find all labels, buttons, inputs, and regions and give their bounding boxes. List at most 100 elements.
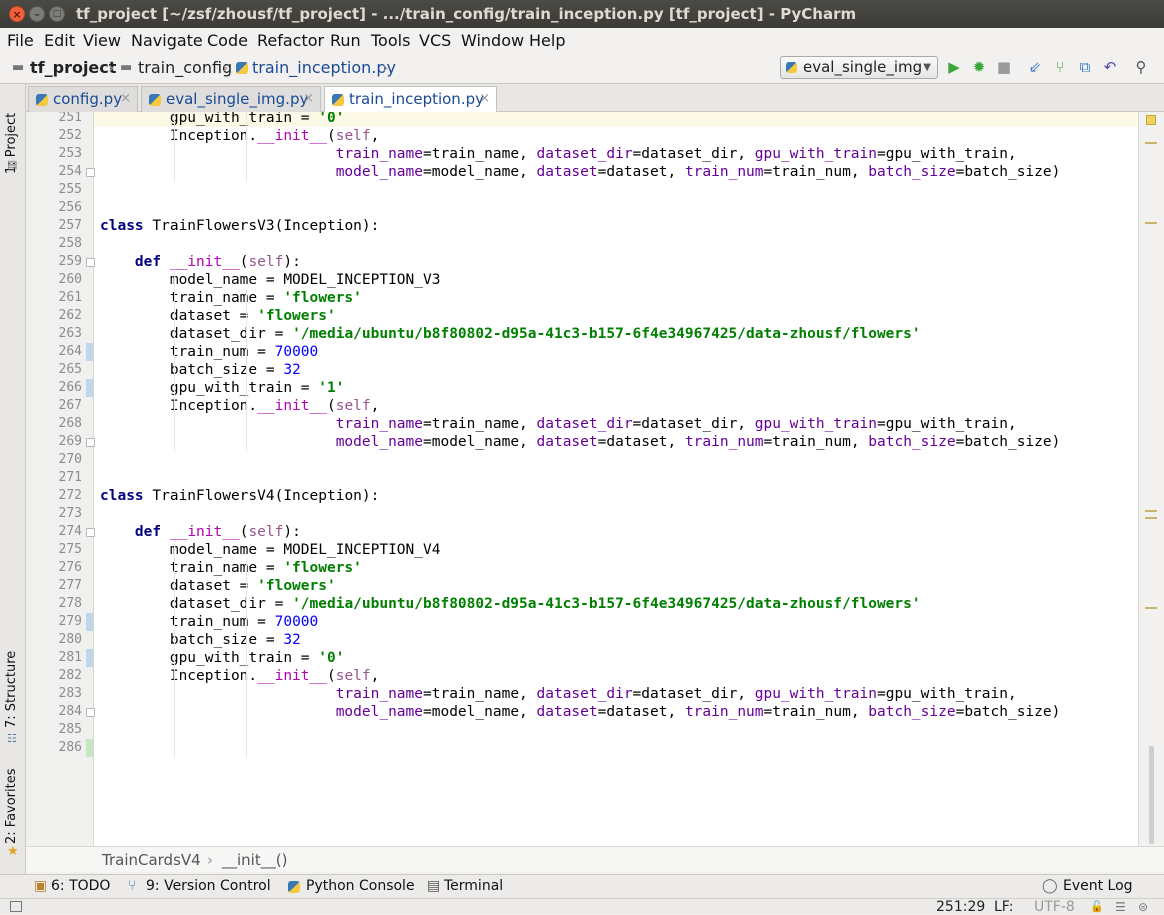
code-line[interactable]: dataset_dir = '/media/ubuntu/b8f80802-d9… [100, 595, 921, 613]
structure-tool-window-button[interactable]: 7: Structure [4, 651, 19, 728]
code-line[interactable]: train_name=train_name, dataset_dir=datas… [100, 145, 1017, 163]
window-close-button[interactable]: × [9, 6, 25, 22]
tool-windows-toggle-icon[interactable] [10, 901, 22, 912]
window-minimize-button[interactable]: – [29, 6, 45, 22]
lock-icon[interactable]: 🔓 [1090, 899, 1104, 915]
search-icon[interactable]: ⚲ [1132, 58, 1150, 76]
added-line-marker[interactable] [86, 739, 93, 757]
run-icon[interactable]: ▶ [945, 58, 963, 76]
close-icon[interactable]: × [303, 87, 314, 111]
code-line[interactable]: Inception.__init__(self, [100, 397, 380, 415]
menu-code[interactable]: Code [207, 31, 248, 50]
python-console-tool-window-button[interactable]: Python Console [306, 878, 415, 894]
menu-window[interactable]: Window [461, 31, 524, 50]
vcs-compare-icon[interactable]: ⧉ [1076, 58, 1094, 76]
code-line[interactable]: batch_size = 32 [100, 361, 301, 379]
tab-eval-single-img-py[interactable]: eval_single_img.py × [141, 86, 321, 112]
code-line[interactable]: gpu_with_train = '0' [100, 649, 345, 667]
code-line[interactable]: model_name=model_name, dataset=dataset, … [100, 433, 1061, 451]
code-line[interactable]: model_name=model_name, dataset=dataset, … [100, 703, 1061, 721]
close-icon[interactable]: × [120, 87, 131, 111]
run-configuration-select[interactable]: eval_single_img ▼ [780, 56, 938, 79]
menu-view[interactable]: View [83, 31, 121, 50]
code-area[interactable]: gpu_with_train = '0' Inception.__init__(… [100, 112, 1138, 846]
version-control-tool-window-button[interactable]: 9: Version Control [146, 878, 271, 894]
favorites-tool-window-button[interactable]: 2: Favorites [4, 768, 19, 844]
code-breadcrumb-separator: › [207, 851, 213, 869]
scrollbar-thumb[interactable] [1149, 746, 1154, 844]
code-editor[interactable]: 251 252 253 254 255 256 257 258 259 260 261 262 263 2… [26, 112, 1138, 846]
fold-marker[interactable] [86, 528, 95, 537]
code-line[interactable]: model_name = MODEL_INCEPTION_V4 [100, 541, 441, 559]
event-log-tool-window-button[interactable]: Event Log [1063, 878, 1133, 894]
status-bar: 251:29 LF: UTF-8 🔓 ☰ ⊜ [0, 898, 1164, 915]
line-number: 286 [58, 740, 82, 755]
inspection-status-icon[interactable] [1146, 115, 1156, 125]
close-icon[interactable]: × [479, 87, 490, 111]
menu-edit[interactable]: Edit [44, 31, 75, 50]
menu-tools[interactable]: Tools [371, 31, 410, 50]
menu-navigate[interactable]: Navigate [131, 31, 203, 50]
change-marker[interactable] [86, 343, 93, 361]
code-line[interactable]: batch_size = 32 [100, 631, 301, 649]
code-line[interactable]: train_num = 70000 [100, 343, 318, 361]
code-line[interactable]: dataset_dir = '/media/ubuntu/b8f80802-d9… [100, 325, 921, 343]
line-number: 255 [58, 182, 82, 197]
caret-position[interactable]: 251:29 [936, 899, 985, 915]
file-encoding[interactable]: UTF-8 [1034, 899, 1075, 915]
menu-refactor[interactable]: Refactor [257, 31, 324, 50]
code-line[interactable]: train_num = 70000 [100, 613, 318, 631]
code-line[interactable]: model_name = MODEL_INCEPTION_V3 [100, 271, 441, 289]
vcs-commit-icon[interactable]: ⑂ [1051, 58, 1069, 76]
code-line[interactable]: gpu_with_train = '0' [100, 112, 345, 127]
todo-tool-window-button[interactable]: 6: TODO [51, 878, 110, 894]
change-marker[interactable] [86, 379, 93, 397]
code-line[interactable]: def __init__(self): [100, 253, 301, 271]
stop-icon[interactable]: ■ [995, 58, 1013, 76]
vcs-revert-icon[interactable]: ↶ [1101, 58, 1119, 76]
code-line[interactable]: class TrainFlowersV3(Inception): [100, 217, 379, 235]
change-marker[interactable] [86, 613, 93, 631]
fold-marker[interactable] [86, 258, 95, 267]
code-line[interactable]: Inception.__init__(self, [100, 127, 380, 145]
editor-gutter[interactable]: 251 252 253 254 255 256 257 258 259 260 261 262 263 2… [26, 112, 95, 846]
line-number: 268 [58, 416, 82, 431]
code-line[interactable]: train_name = 'flowers' [100, 559, 362, 577]
code-line[interactable]: class TrainFlowersV4(Inception): [100, 487, 379, 505]
code-breadcrumb-class[interactable]: TrainCardsV4 [102, 851, 201, 869]
menu-run[interactable]: Run [330, 31, 361, 50]
code-line[interactable]: train_name=train_name, dataset_dir=datas… [100, 415, 1017, 433]
breadcrumb-file[interactable]: train_inception.py [252, 58, 396, 77]
menu-file[interactable]: File [7, 31, 34, 50]
terminal-tool-window-button[interactable]: Terminal [444, 878, 503, 894]
code-line[interactable]: gpu_with_train = '1' [100, 379, 345, 397]
vcs-update-icon[interactable]: ⇙ [1026, 58, 1044, 76]
code-line[interactable]: model_name=model_name, dataset=dataset, … [100, 163, 1061, 181]
line-number: 254 [58, 164, 82, 179]
debug-icon[interactable]: ✹ [970, 58, 988, 76]
menu-vcs[interactable]: VCS [419, 31, 451, 50]
menu-help[interactable]: Help [529, 31, 565, 50]
tab-train-inception-py[interactable]: train_inception.py × [324, 86, 497, 113]
code-line[interactable]: train_name=train_name, dataset_dir=datas… [100, 685, 1017, 703]
tab-config-py[interactable]: config.py × [28, 86, 138, 112]
breadcrumb-project[interactable]: tf_project [30, 58, 116, 77]
code-line[interactable]: dataset = 'flowers' [100, 577, 336, 595]
line-separator[interactable]: LF: [994, 899, 1013, 915]
code-line[interactable]: def __init__(self): [100, 523, 301, 541]
memory-icon[interactable]: ⊜ [1138, 899, 1148, 915]
change-marker[interactable] [86, 649, 93, 667]
breadcrumb-separator: › [382, 58, 389, 77]
error-stripe[interactable] [1138, 112, 1164, 846]
code-line[interactable]: Inception.__init__(self, [100, 667, 380, 685]
breadcrumb-folder[interactable]: train_config [138, 58, 232, 77]
editor-tabs: config.py × eval_single_img.py × train_i… [26, 84, 1164, 113]
fold-marker[interactable] [86, 168, 95, 177]
window-maximize-button[interactable]: □ [49, 6, 65, 22]
code-line[interactable]: train_name = 'flowers' [100, 289, 362, 307]
fold-marker[interactable] [86, 438, 95, 447]
fold-marker[interactable] [86, 708, 95, 717]
code-breadcrumb-method[interactable]: __init__() [222, 851, 287, 869]
code-line[interactable]: dataset = 'flowers' [100, 307, 336, 325]
hector-icon[interactable]: ☰ [1115, 899, 1126, 915]
